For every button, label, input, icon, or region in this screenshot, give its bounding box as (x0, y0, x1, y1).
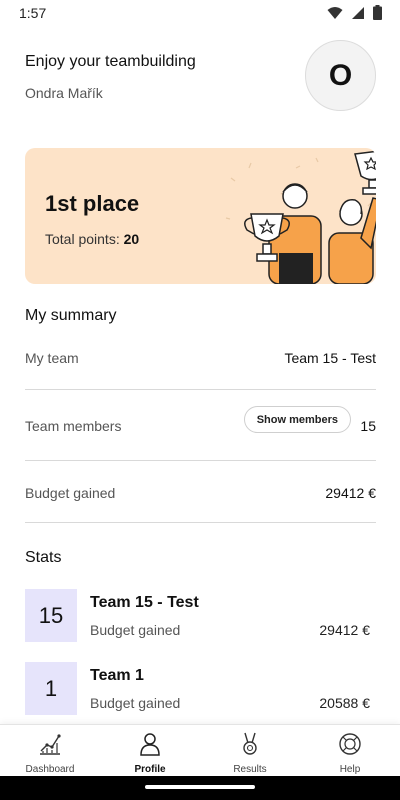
stat-budget-label: Budget gained (90, 622, 181, 638)
divider (25, 522, 376, 523)
stat-budget-value: 29412 € (319, 622, 370, 638)
medal-icon (243, 732, 257, 755)
summary-title: My summary (25, 307, 117, 324)
my-team-label: My team (25, 350, 79, 366)
status-bar: 1:57 (0, 0, 400, 26)
divider (25, 389, 376, 390)
header: Enjoy your teambuilding Ondra Mařík O (0, 26, 400, 126)
signal-icon (352, 6, 364, 19)
wifi-icon (327, 6, 343, 19)
rank-badge: 15 (25, 589, 77, 642)
system-nav-bar (0, 776, 400, 800)
chart-icon (40, 734, 61, 755)
avatar[interactable]: O (305, 40, 376, 111)
user-name: Ondra Mařík (25, 85, 103, 101)
stat-team-name: Team 1 (90, 667, 144, 684)
trophy-illustration (225, 150, 376, 284)
greeting-text: Enjoy your teambuilding (25, 53, 196, 70)
stat-budget-label: Budget gained (90, 695, 181, 711)
nav-item-help[interactable]: Help (300, 725, 400, 776)
nav-label-profile: Profile (134, 764, 166, 775)
status-icons (327, 5, 382, 20)
home-indicator[interactable] (145, 785, 255, 789)
budget-value: 29412 € (325, 485, 376, 501)
nav-item-results[interactable]: Results (200, 725, 300, 776)
budget-label: Budget gained (25, 485, 116, 501)
nav-label-dashboard: Dashboard (25, 764, 75, 775)
stat-card[interactable]: 15 Team 15 - Test Budget gained 29412 € (25, 589, 376, 643)
status-time: 1:57 (19, 5, 47, 21)
stat-budget-value: 20588 € (319, 695, 370, 711)
total-points-value: 20 (123, 231, 140, 247)
show-members-button[interactable]: Show members (243, 406, 351, 433)
nav-item-profile[interactable]: Profile (100, 725, 200, 776)
bottom-nav: Dashboard Profile Results Help (0, 724, 400, 776)
total-points: Total points: 20 (45, 231, 139, 247)
stat-team-name: Team 15 - Test (90, 594, 199, 611)
person-icon (140, 733, 160, 756)
nav-label-results: Results (233, 764, 267, 775)
battery-icon (373, 5, 382, 20)
rank-badge: 1 (25, 662, 77, 715)
stat-card[interactable]: 1 Team 1 Budget gained 20588 € (25, 662, 376, 716)
place-title: 1st place (45, 191, 140, 216)
team-members-label: Team members (25, 418, 122, 434)
nav-label-help: Help (339, 764, 361, 775)
my-team-value: Team 15 - Test (284, 350, 376, 366)
total-points-label: Total points: (45, 231, 120, 247)
divider (25, 460, 376, 461)
nav-item-dashboard[interactable]: Dashboard (0, 725, 100, 776)
help-icon (339, 733, 361, 755)
place-card: 1st place Total points: 20 (25, 148, 376, 284)
stats-title: Stats (25, 549, 62, 566)
team-members-count: 15 (360, 418, 376, 434)
